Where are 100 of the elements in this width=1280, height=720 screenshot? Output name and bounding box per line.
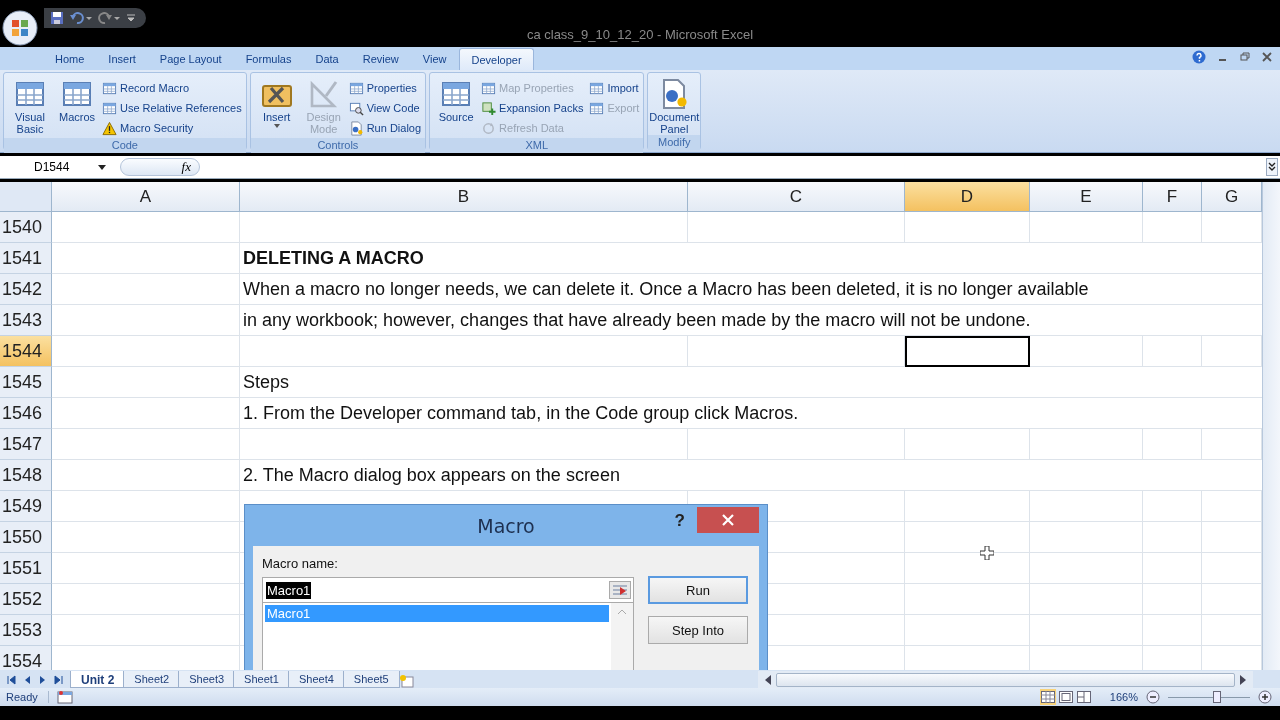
row-header[interactable]: 1543 xyxy=(0,305,52,336)
column-header[interactable]: B xyxy=(240,182,688,212)
ribbon-button[interactable]: Properties xyxy=(348,78,422,98)
window-title: ca class_9_10_12_20 - Microsoft Excel xyxy=(525,27,755,42)
status-text: Ready xyxy=(6,691,49,703)
warning-icon xyxy=(102,120,117,136)
restore-icon[interactable] xyxy=(1240,52,1250,62)
dialog-button[interactable]: Run xyxy=(648,576,748,604)
table-cell xyxy=(1143,615,1202,646)
vertical-scrollbar[interactable] xyxy=(1262,182,1280,670)
undo-icon[interactable] xyxy=(70,11,92,25)
sheet-tab[interactable]: Sheet4 xyxy=(287,671,345,688)
ribbon-tab[interactable]: Data xyxy=(304,48,350,70)
document-icon xyxy=(348,120,364,136)
ribbon-button[interactable]: Macros xyxy=(55,76,99,123)
normal-view-icon[interactable] xyxy=(1039,689,1056,705)
expand-icon[interactable] xyxy=(1266,158,1278,176)
ribbon-button[interactable]: Import xyxy=(589,78,640,98)
zoom-in-icon[interactable] xyxy=(1258,690,1272,704)
sheet-tab[interactable]: Unit 2 xyxy=(70,671,126,688)
record-macro-icon[interactable] xyxy=(56,690,73,704)
table-cell xyxy=(1143,553,1202,584)
column-header[interactable]: A xyxy=(52,182,240,212)
macro-name-field[interactable]: Macro1 xyxy=(262,577,634,603)
name-box[interactable]: D1544 xyxy=(0,160,112,174)
dialog-title: Macro xyxy=(477,514,535,537)
horizontal-scrollbar[interactable] xyxy=(757,671,1253,688)
page-break-icon[interactable] xyxy=(1075,689,1092,705)
slider-thumb[interactable] xyxy=(1213,691,1222,703)
ribbon-button[interactable]: Macro Security xyxy=(102,118,242,138)
ribbon-tab[interactable]: Developer xyxy=(459,48,534,70)
ribbon-tab[interactable]: Insert xyxy=(97,48,147,70)
column-header[interactable]: D xyxy=(905,182,1030,212)
ribbon-button[interactable]: Use Relative References xyxy=(102,98,242,118)
save-icon[interactable] xyxy=(50,11,64,25)
sheet-tab[interactable]: Sheet1 xyxy=(233,671,290,688)
redo-icon[interactable] xyxy=(98,11,120,25)
group-label: XML xyxy=(430,138,644,153)
sheet-tab[interactable]: Sheet2 xyxy=(123,671,181,688)
zoom-out-icon[interactable] xyxy=(1146,690,1160,704)
cell-text: 2. The Macro dialog box appears on the screen xyxy=(243,464,620,486)
ribbon-button[interactable]: Visual Basic xyxy=(8,76,52,135)
insert-function-button[interactable]: fx xyxy=(120,158,200,176)
row-header[interactable]: 1541 xyxy=(0,243,52,274)
row-header[interactable]: 1546 xyxy=(0,398,52,429)
ribbon-tab[interactable]: Page Layout xyxy=(148,48,233,70)
table-icon xyxy=(348,80,364,96)
row-header[interactable]: 1545 xyxy=(0,367,52,398)
ribbon-button[interactable]: Record Macro xyxy=(102,78,242,98)
row-header[interactable]: 1540 xyxy=(0,212,52,243)
sheet-tab[interactable]: Sheet3 xyxy=(178,671,236,688)
page-layout-icon[interactable] xyxy=(1057,689,1074,705)
caret-icon xyxy=(273,124,280,128)
sheet-tab[interactable]: Sheet5 xyxy=(342,671,400,688)
zoom-level[interactable]: 166% xyxy=(1109,691,1138,703)
help-button[interactable]: ? xyxy=(674,511,685,531)
ribbon-tab[interactable]: Formulas xyxy=(234,48,303,70)
row-header[interactable]: 1551 xyxy=(0,553,52,584)
dialog-button[interactable]: Step Into xyxy=(648,616,748,644)
column-header[interactable]: F xyxy=(1143,182,1202,212)
table-icon xyxy=(481,80,497,96)
customize-icon[interactable] xyxy=(126,12,136,24)
ribbon-button[interactable]: Insert xyxy=(254,76,299,128)
row-header[interactable]: 1553 xyxy=(0,615,52,646)
column-header[interactable]: E xyxy=(1030,182,1143,212)
ribbon-tab[interactable]: Review xyxy=(351,48,410,70)
scroll-right-icon[interactable] xyxy=(1238,674,1247,685)
collapse-dialog-icon[interactable] xyxy=(609,581,631,599)
close-button[interactable] xyxy=(697,507,759,533)
ribbon-button[interactable]: Expansion Packs xyxy=(481,98,584,118)
column-header[interactable]: G xyxy=(1202,182,1262,212)
scrollbar[interactable] xyxy=(611,603,633,670)
row-header[interactable]: 1547 xyxy=(0,429,52,460)
office-button-icon[interactable] xyxy=(2,10,38,46)
table-cell xyxy=(1143,584,1202,615)
ribbon-tab[interactable]: Home xyxy=(44,48,96,70)
magnifier-icon xyxy=(348,100,364,116)
row-header[interactable]: 1544 xyxy=(0,336,52,367)
cell-text: DELETING A MACRO xyxy=(243,247,424,269)
row-header[interactable]: 1554 xyxy=(0,646,52,670)
zoom-slider[interactable] xyxy=(1168,690,1250,704)
ribbon-button[interactable]: Source xyxy=(434,76,479,123)
row-header[interactable]: 1549 xyxy=(0,491,52,522)
active-cell[interactable] xyxy=(905,336,1030,367)
ribbon-button[interactable]: Run Dialog xyxy=(348,118,422,138)
ribbon-button[interactable]: View Code xyxy=(348,98,422,118)
row-header[interactable]: 1542 xyxy=(0,274,52,305)
row-header[interactable]: 1552 xyxy=(0,584,52,615)
sheet-nav-icon[interactable] xyxy=(6,675,16,685)
table-cell xyxy=(1143,522,1202,553)
scroll-left-icon[interactable] xyxy=(763,674,772,685)
help-icon[interactable] xyxy=(1192,50,1206,64)
close-icon[interactable] xyxy=(1262,52,1272,62)
column-header[interactable]: C xyxy=(688,182,905,212)
cell-text: Steps xyxy=(243,371,290,393)
row-header[interactable]: 1550 xyxy=(0,522,52,553)
row-header[interactable]: 1548 xyxy=(0,460,52,491)
sheet-nav-icon[interactable] xyxy=(54,675,64,685)
group-label: Controls xyxy=(250,138,426,153)
ribbon-tab[interactable]: View xyxy=(411,48,458,70)
